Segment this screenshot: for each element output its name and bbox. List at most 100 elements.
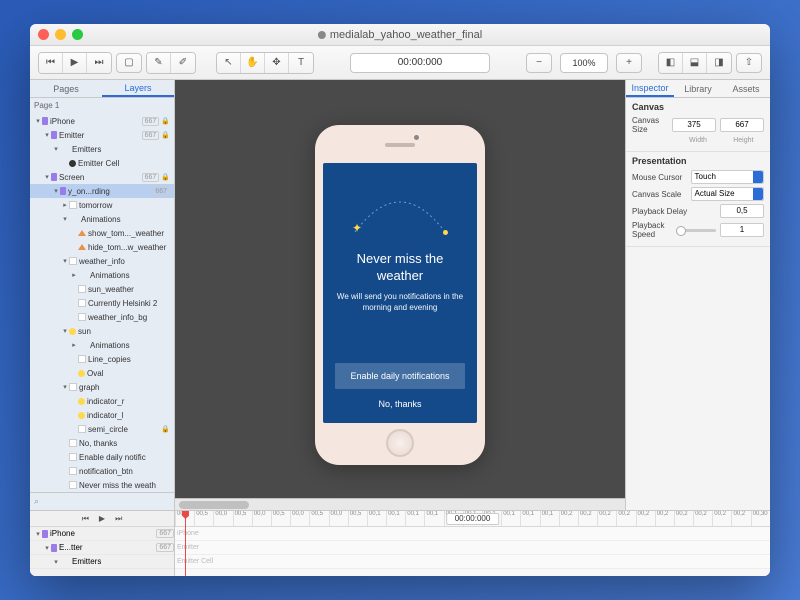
document-status-icon [318, 31, 326, 39]
layer-row[interactable]: show_tom..._weather [30, 226, 174, 240]
cursor-select[interactable]: Touch [691, 170, 764, 184]
canvas-width-input[interactable]: 375 [672, 118, 716, 132]
layer-row[interactable]: indicator_r [30, 394, 174, 408]
arc-graphic: ✦ [350, 187, 450, 237]
pointer-icon[interactable]: ↖ [217, 53, 241, 73]
horizontal-scrollbar[interactable] [175, 498, 625, 510]
zoom-display[interactable]: 100% [560, 53, 608, 73]
minimize-button[interactable] [55, 29, 66, 40]
window-title: medialab_yahoo_weather_final [318, 29, 482, 41]
speed-label: Playback Speed [632, 221, 672, 239]
scale-select[interactable]: Actual Size [691, 187, 764, 201]
search-field[interactable]: ⌕ [30, 492, 174, 510]
tl-play-button[interactable]: ▶ [99, 514, 105, 523]
forward-button[interactable]: ⏭ [87, 53, 111, 73]
layer-row[interactable]: ▸tomorrow [30, 198, 174, 212]
move-icon[interactable]: ✥ [265, 53, 289, 73]
view-tools: ◧ ⬓ ◨ [658, 52, 732, 74]
panel-right-icon[interactable]: ◨ [707, 53, 731, 73]
layer-row[interactable]: sun_weather [30, 282, 174, 296]
tab-assets[interactable]: Assets [722, 80, 770, 97]
layer-row[interactable]: ▸Animations [30, 338, 174, 352]
layer-row[interactable]: Oval [30, 366, 174, 380]
layer-row[interactable]: Currently Helsinki 2 [30, 296, 174, 310]
camera-icon [414, 135, 419, 140]
tl-rewind-button[interactable]: ⏮ [82, 514, 89, 524]
play-button[interactable]: ▶ [63, 53, 87, 73]
page-label[interactable]: Page 1 [30, 98, 174, 112]
timeline-layer-row[interactable]: ▾iPhone667 [30, 527, 174, 541]
layer-row[interactable]: weather_info_bg [30, 310, 174, 324]
speed-input[interactable]: 1 [720, 223, 764, 237]
layer-row[interactable]: hide_tom...w_weather [30, 240, 174, 254]
layer-row[interactable]: ▾Emitters [30, 142, 174, 156]
layer-row[interactable]: semi_circle🔒 [30, 422, 174, 436]
rewind-button[interactable]: ⏮ [39, 53, 63, 73]
layer-row[interactable]: ▸Animations [30, 268, 174, 282]
layer-row[interactable]: indicator_l [30, 408, 174, 422]
speaker-icon [385, 143, 415, 147]
tool-button-1[interactable]: ▢ [116, 53, 142, 73]
canvas-header: Canvas [632, 102, 764, 112]
layer-row[interactable]: Never miss the weath [30, 478, 174, 492]
window-title-text: medialab_yahoo_weather_final [330, 29, 482, 41]
layer-tree[interactable]: ▾iPhone667🔒▾Emitter667🔒▾EmittersEmitter … [30, 112, 174, 492]
tab-inspector[interactable]: Inspector [626, 80, 674, 97]
timeline-sidebar: ⏮ ▶ ⏭ ▾iPhone667▾E...tter667▾Emitters [30, 511, 175, 576]
timeline-layer-row[interactable]: ▾Emitters [30, 555, 174, 569]
panel-left-icon[interactable]: ◧ [659, 53, 683, 73]
phone-screen: ✦ Never miss the weather We will send yo… [323, 163, 477, 423]
layer-row[interactable]: notification_btn [30, 464, 174, 478]
layer-row[interactable]: ▾sun [30, 324, 174, 338]
playback-controls: ⏮ ▶ ⏭ [38, 52, 112, 74]
delay-input[interactable]: 0,5 [720, 204, 764, 218]
tab-pages[interactable]: Pages [30, 80, 102, 97]
canvas-height-input[interactable]: 667 [720, 118, 764, 132]
edit-tools: ✎ ✐ [146, 52, 196, 74]
hand-icon[interactable]: ✋ [241, 53, 265, 73]
close-button[interactable] [38, 29, 49, 40]
home-button[interactable] [386, 429, 414, 457]
decline-button[interactable]: No, thanks [378, 399, 421, 409]
pencil-icon[interactable]: ✎ [147, 53, 171, 73]
zoom-button[interactable] [72, 29, 83, 40]
scroll-thumb[interactable] [179, 501, 249, 509]
height-sublabel: Height [723, 137, 764, 144]
layer-row[interactable]: ▾Emitter667🔒 [30, 128, 174, 142]
text-icon[interactable]: T [289, 53, 313, 73]
export-button[interactable]: ⇧ [736, 53, 762, 73]
inspector-tabs: Inspector Library Assets [626, 80, 770, 98]
timeline-track[interactable]: Emitter [175, 541, 770, 555]
sidebar-tabs: Pages Layers [30, 80, 174, 98]
enable-button[interactable]: Enable daily notifications [335, 363, 465, 389]
playhead[interactable] [185, 511, 186, 576]
zoom-out-button[interactable]: − [526, 53, 552, 73]
inspector-panel: Inspector Library Assets Canvas Canvas S… [625, 80, 770, 510]
layer-row[interactable]: Line_copies [30, 352, 174, 366]
panel-bottom-icon[interactable]: ⬓ [683, 53, 707, 73]
layer-row[interactable]: No, thanks [30, 436, 174, 450]
cursor-label: Mouse Cursor [632, 173, 687, 182]
layer-row[interactable]: ▾iPhone667🔒 [30, 114, 174, 128]
speed-slider[interactable] [676, 229, 716, 232]
layer-row[interactable]: Emitter Cell [30, 156, 174, 170]
timeline-time-display: 00:00:000 [446, 513, 500, 525]
titlebar[interactable]: medialab_yahoo_weather_final [30, 24, 770, 46]
layer-row[interactable]: ▾weather_info [30, 254, 174, 268]
tl-forward-button[interactable]: ⏭ [115, 514, 122, 524]
timeline-tracks[interactable]: 00,000,500,000,500,000,500,000,500,000,5… [175, 511, 770, 576]
timeline-track[interactable]: Emitter Cell [175, 555, 770, 569]
timeline-track[interactable]: iPhone [175, 527, 770, 541]
layer-row[interactable]: Enable daily notific [30, 450, 174, 464]
layer-row[interactable]: ▾Screen667🔒 [30, 170, 174, 184]
timeline-layer-row[interactable]: ▾E...tter667 [30, 541, 174, 555]
layer-row[interactable]: ▾Animations [30, 212, 174, 226]
tab-library[interactable]: Library [674, 80, 722, 97]
layer-row[interactable]: ▾graph [30, 380, 174, 394]
tab-layers[interactable]: Layers [102, 80, 174, 97]
zoom-in-button[interactable]: + [616, 53, 642, 73]
presentation-section: Presentation Mouse Cursor Touch Canvas S… [626, 152, 770, 247]
edit-icon[interactable]: ✐ [171, 53, 195, 73]
layer-row[interactable]: ▾y_on...rding667 [30, 184, 174, 198]
canvas[interactable]: ✦ Never miss the weather We will send yo… [175, 80, 625, 510]
